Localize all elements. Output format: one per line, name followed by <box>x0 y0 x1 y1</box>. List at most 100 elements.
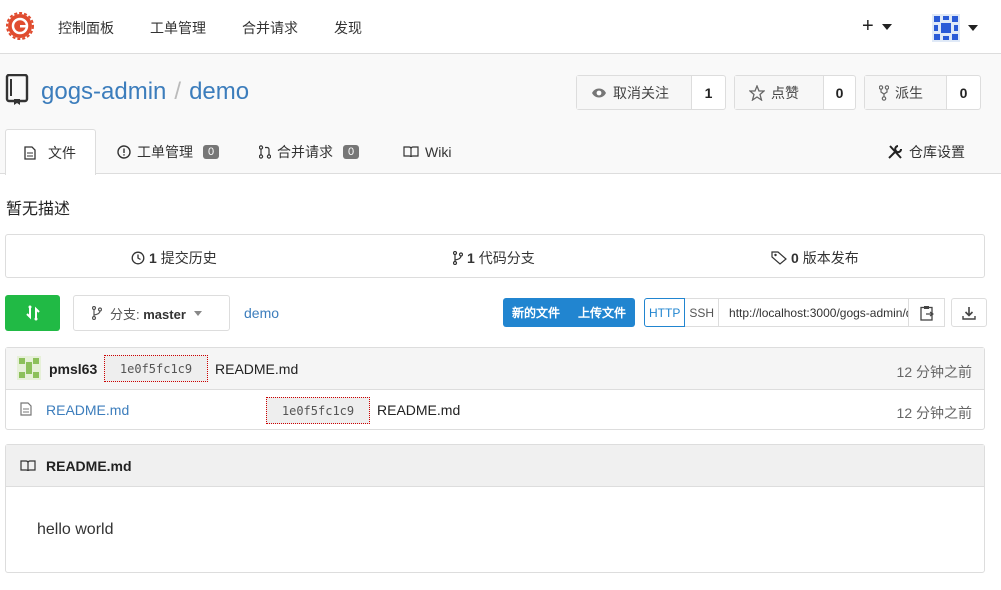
fork-icon <box>879 84 889 101</box>
tab-settings-label: 仓库设置 <box>909 144 965 160</box>
tab-wiki[interactable]: Wiki <box>403 129 451 175</box>
stat-commits[interactable]: 1 提交历史 <box>131 248 217 268</box>
repo-owner-link[interactable]: gogs-admin <box>41 78 166 105</box>
file-text-icon <box>24 145 36 160</box>
tab-files-label: 文件 <box>48 144 76 161</box>
commit-author-avatar <box>17 356 41 380</box>
star-button[interactable]: 点赞 <box>735 76 824 109</box>
branch-name: master <box>143 306 186 322</box>
nav-dashboard[interactable]: 控制面板 <box>58 18 114 38</box>
caret-down-icon <box>968 25 978 31</box>
stat-releases[interactable]: 0 版本发布 <box>771 248 859 268</box>
avatar <box>932 14 960 42</box>
branch-icon <box>453 251 463 265</box>
commit-author[interactable]: pmsl63 <box>49 361 97 377</box>
commits-count: 1 <box>149 250 157 266</box>
readme-header: README.md <box>6 445 984 487</box>
watch-button-group: 取消关注 1 <box>576 75 726 110</box>
repo-stats-bar: 1 提交历史 1 代码分支 0 版本发布 <box>5 234 985 278</box>
branch-icon <box>92 306 102 320</box>
book-icon <box>403 146 419 158</box>
download-button[interactable] <box>951 298 988 327</box>
star-label: 点赞 <box>771 84 799 101</box>
path-breadcrumb[interactable]: demo <box>244 305 279 321</box>
releases-count: 0 <box>791 250 799 266</box>
tools-icon <box>888 145 902 159</box>
branch-prefix: 分支: <box>110 306 140 322</box>
repo-book-icon <box>5 74 29 105</box>
tab-settings[interactable]: 仓库设置 <box>887 129 965 175</box>
commits-label: 提交历史 <box>160 250 217 266</box>
table-row: README.md 1e0f5fc1c9 README.md 12 分钟之前 <box>6 390 984 430</box>
stat-branches[interactable]: 1 代码分支 <box>453 248 535 268</box>
history-icon <box>131 251 145 265</box>
unwatch-button[interactable]: 取消关注 <box>577 76 692 109</box>
pull-request-icon <box>259 145 271 159</box>
clone-panel: HTTP SSH http://localhost:3000/gogs-admi… <box>644 298 988 327</box>
file-name-link[interactable]: README.md <box>46 402 129 418</box>
commit-message[interactable]: README.md <box>215 361 298 377</box>
repo-title: gogs-admin / demo <box>41 78 249 106</box>
repo-name-link[interactable]: demo <box>189 78 249 105</box>
repo-header: gogs-admin / demo 取消关注 1 点赞 0 派生 0 文件 工单管理… <box>0 54 1001 175</box>
branches-label: 代码分支 <box>478 250 535 266</box>
nav-pulls[interactable]: 合并请求 <box>242 18 298 38</box>
watch-count[interactable]: 1 <box>692 76 725 109</box>
star-count[interactable]: 0 <box>824 76 855 109</box>
copy-url-button[interactable] <box>909 298 946 327</box>
tab-files[interactable]: 文件 <box>5 129 96 175</box>
repo-separator: / <box>174 78 182 105</box>
file-commit-sha[interactable]: 1e0f5fc1c9 <box>266 397 370 424</box>
issues-count-badge: 0 <box>203 145 220 159</box>
readme-panel: README.md hello world <box>5 444 985 573</box>
ssh-toggle[interactable]: SSH <box>685 298 720 327</box>
repo-tabs: 文件 工单管理 0 合并请求 0 Wiki 仓库设置 <box>0 129 1001 175</box>
branch-selector[interactable]: 分支: master <box>73 295 230 331</box>
book-icon <box>20 459 36 471</box>
new-file-button[interactable]: 新的文件 <box>503 298 569 327</box>
clone-url-input[interactable]: http://localhost:3000/gogs-admin/demo.gi… <box>719 298 910 327</box>
watch-label: 取消关注 <box>613 84 669 101</box>
file-commit-time: 12 分钟之前 <box>896 405 972 421</box>
readme-content: hello world <box>37 521 114 538</box>
issue-opened-icon <box>117 145 131 159</box>
create-menu[interactable]: + <box>862 15 892 38</box>
nav-explore[interactable]: 发现 <box>334 18 362 38</box>
caret-down-icon <box>881 23 892 30</box>
plus-icon: + <box>862 15 874 37</box>
fork-button[interactable]: 派生 <box>865 76 947 109</box>
user-menu[interactable] <box>932 14 978 42</box>
tab-pulls[interactable]: 合并请求 0 <box>259 129 360 175</box>
star-button-group: 点赞 0 <box>734 75 856 110</box>
commit-time: 12 分钟之前 <box>896 364 972 380</box>
gogs-logo-icon[interactable] <box>6 12 34 40</box>
releases-label: 版本发布 <box>802 250 859 266</box>
compare-button[interactable] <box>5 295 60 331</box>
eye-icon <box>592 88 606 97</box>
file-action-buttons: 新的文件 上传文件 <box>503 298 636 327</box>
commit-sha-link[interactable]: 1e0f5fc1c9 <box>104 355 208 382</box>
tab-pulls-label: 合并请求 <box>277 144 333 160</box>
readme-title: README.md <box>46 457 132 474</box>
caret-down-icon <box>193 310 202 316</box>
tab-issues-label: 工单管理 <box>137 144 193 160</box>
clipboard-icon <box>919 305 934 321</box>
tab-issues[interactable]: 工单管理 0 <box>117 129 220 175</box>
file-commit-message[interactable]: README.md <box>377 402 460 418</box>
pulls-count-badge: 0 <box>343 145 360 159</box>
repo-description: 暂无描述 <box>6 201 71 218</box>
branches-count: 1 <box>467 250 475 266</box>
download-icon <box>962 306 976 320</box>
nav-issues[interactable]: 工单管理 <box>150 18 206 38</box>
fork-button-group: 派生 0 <box>864 75 981 110</box>
file-icon <box>20 402 32 416</box>
latest-commit-row: pmsl63 1e0f5fc1c9 README.md 12 分钟之前 <box>6 348 984 390</box>
tag-icon <box>771 251 787 265</box>
fork-label: 派生 <box>895 84 923 101</box>
upload-file-button[interactable]: 上传文件 <box>569 298 635 327</box>
http-toggle[interactable]: HTTP <box>644 298 686 327</box>
sync-icon <box>25 305 40 321</box>
star-icon <box>749 84 765 101</box>
fork-count[interactable]: 0 <box>947 76 980 109</box>
file-table: pmsl63 1e0f5fc1c9 README.md 12 分钟之前 READ… <box>5 347 985 430</box>
